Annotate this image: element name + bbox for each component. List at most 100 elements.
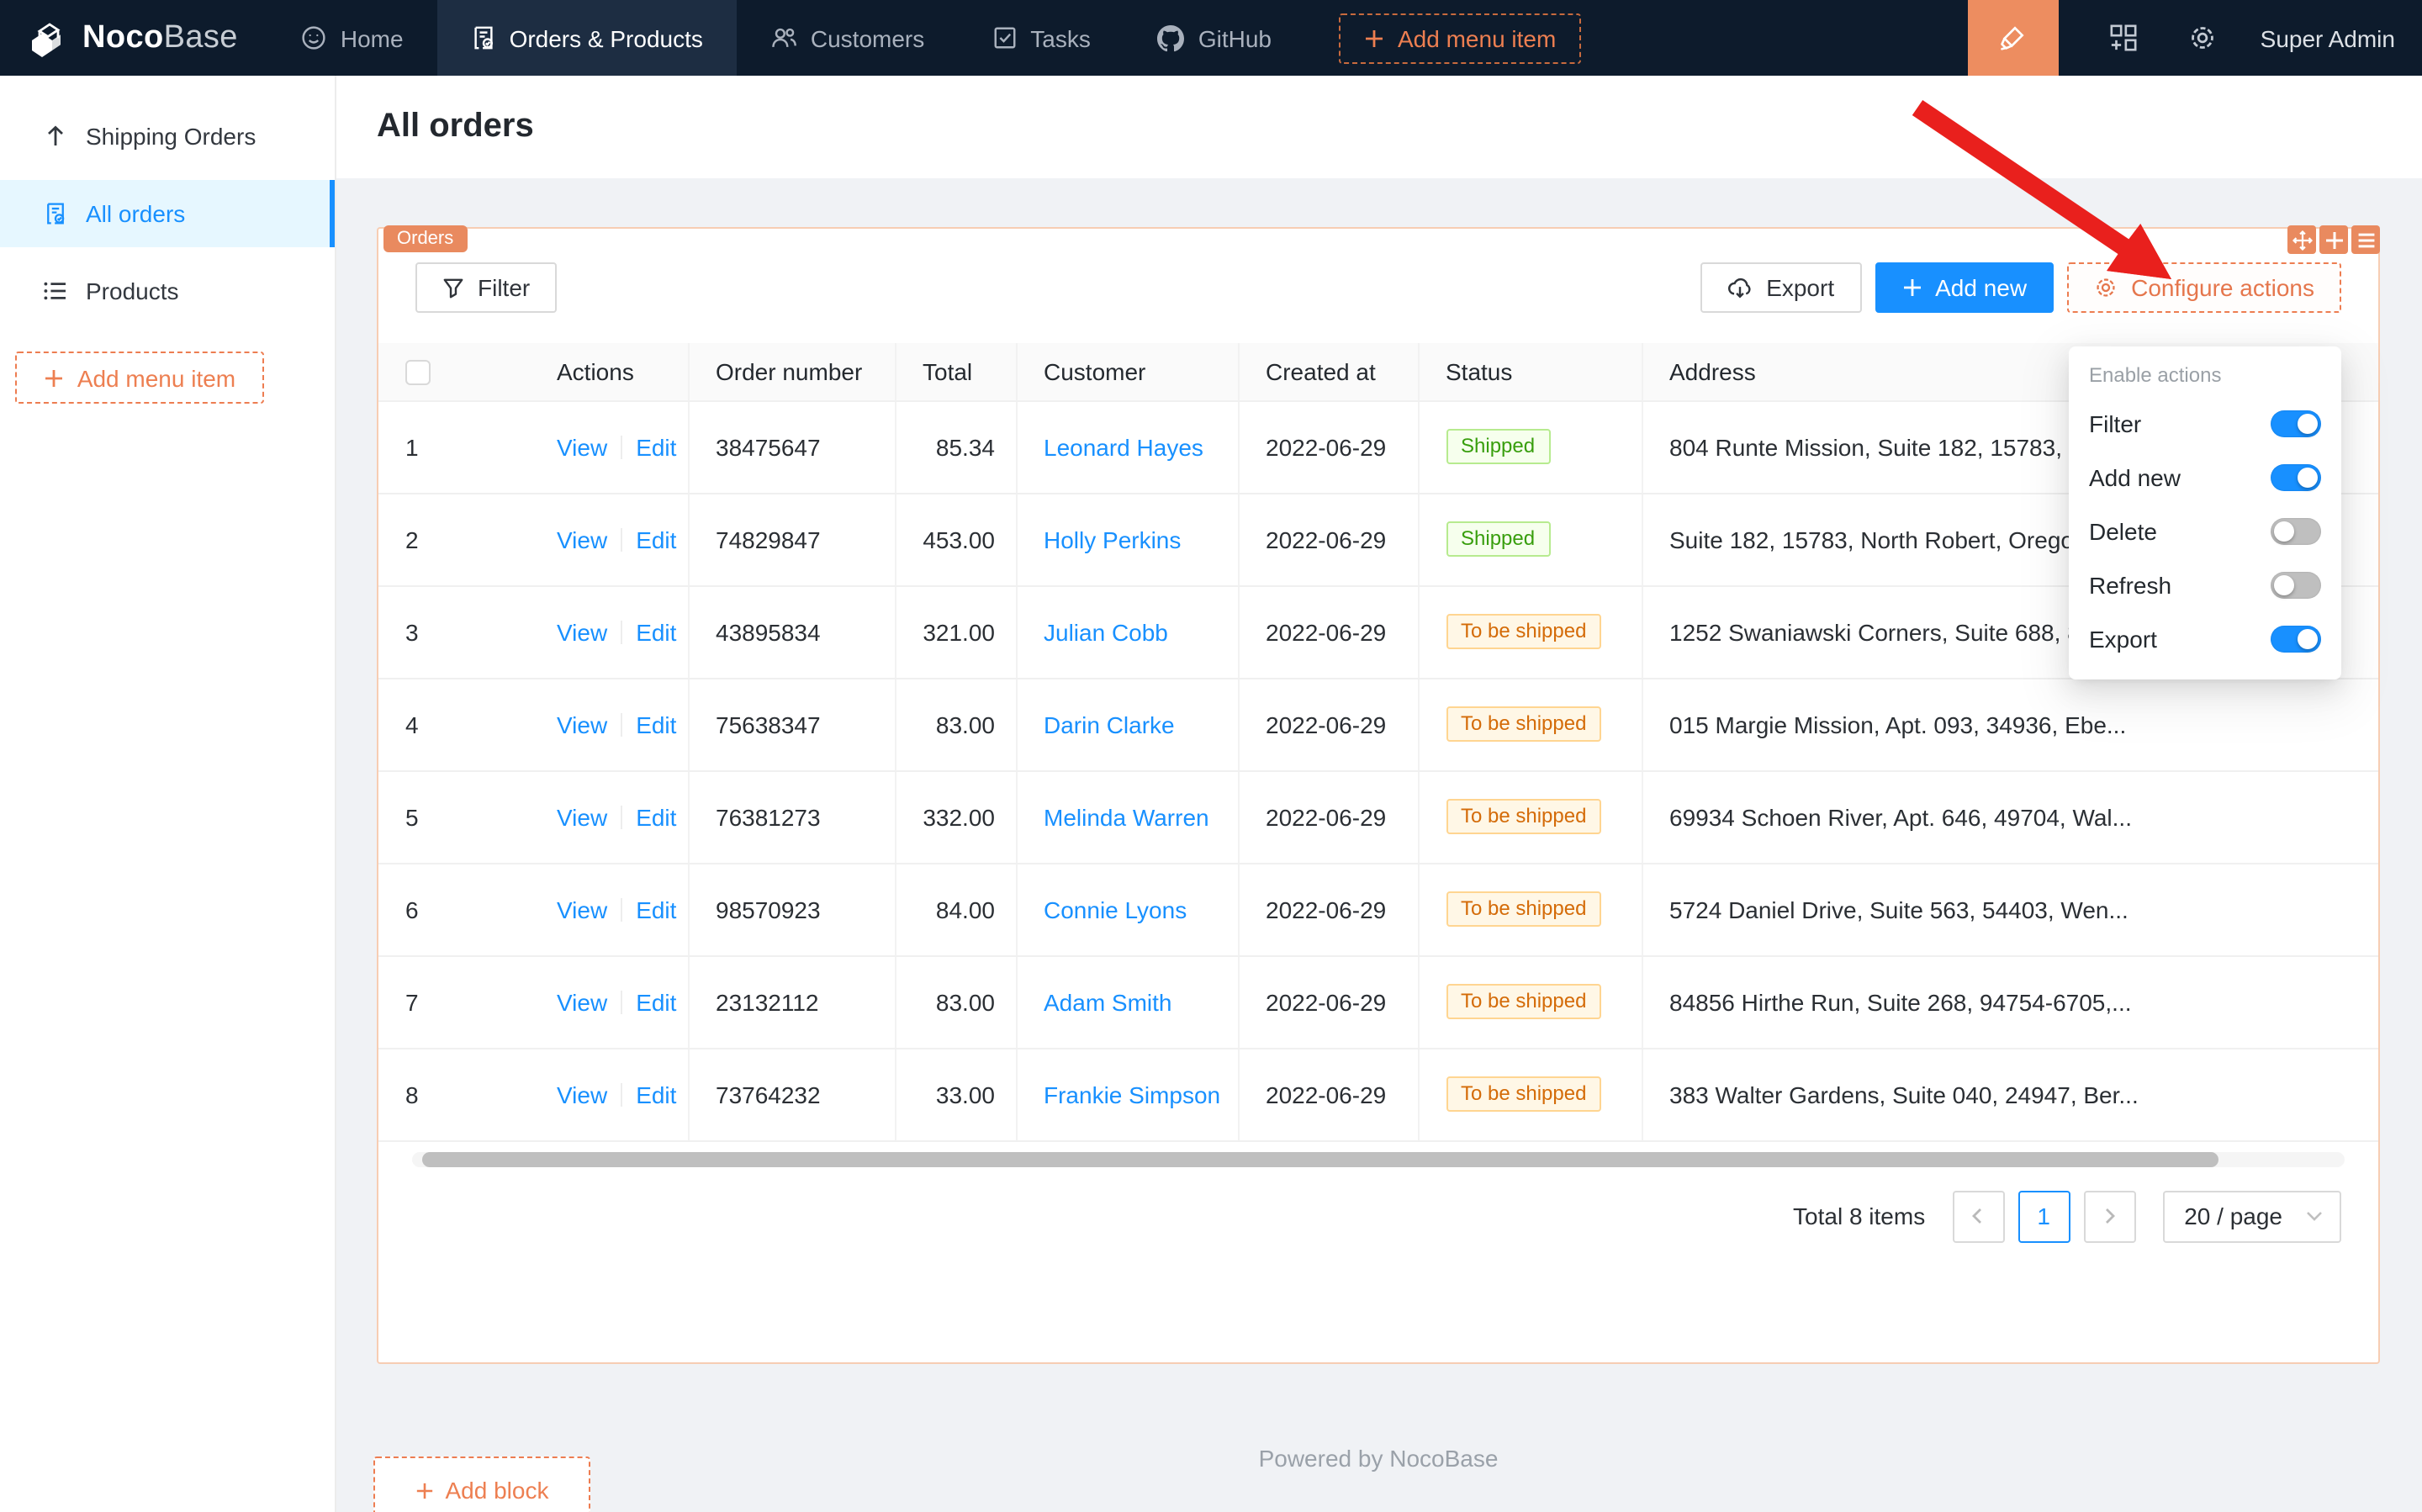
address-cell: 383 Walter Gardens, Suite 040, 24947, Be…	[1642, 1048, 2378, 1140]
view-link[interactable]: View	[557, 618, 607, 645]
edit-link[interactable]: Edit	[636, 526, 676, 552]
add-block-inline-button[interactable]	[2319, 225, 2348, 254]
order-number-cell: 38475647	[688, 400, 895, 493]
status-badge: To be shipped	[1446, 614, 1601, 649]
column-header-status[interactable]: Status	[1418, 343, 1642, 400]
customer-link[interactable]: Julian Cobb	[1044, 618, 1168, 645]
row-actions-cell: View Edit	[530, 678, 688, 770]
row-index-cell[interactable]: 8	[378, 1048, 530, 1140]
gear-icon	[2188, 24, 2217, 52]
delete-toggle[interactable]	[2271, 518, 2321, 545]
action-divider	[621, 990, 622, 1013]
dropdown-item-export[interactable]: Export	[2069, 612, 2341, 666]
edit-link[interactable]: Edit	[636, 896, 676, 923]
horizontal-scrollbar-thumb[interactable]	[421, 1151, 2218, 1166]
ui-editor-button[interactable]	[1968, 0, 2059, 76]
column-header-actions[interactable]: Actions	[530, 343, 688, 400]
row-index-cell[interactable]: 3	[378, 585, 530, 678]
export-toggle[interactable]	[2271, 626, 2321, 653]
view-link[interactable]: View	[557, 1081, 607, 1108]
nav-item-tasks[interactable]: Tasks	[958, 0, 1124, 76]
user-menu[interactable]: Super Admin	[2261, 24, 2395, 51]
sidebar-item-products[interactable]: Products	[0, 257, 335, 325]
dropdown-item-filter[interactable]: Filter	[2069, 397, 2341, 451]
order-number-cell: 74829847	[688, 493, 895, 585]
top-navbar: NocoBase Home Orders & Products	[0, 0, 2422, 76]
nav-item-customers[interactable]: Customers	[737, 0, 958, 76]
body-wrap: Shipping Orders All orders	[0, 76, 2422, 1512]
edit-link[interactable]: Edit	[636, 433, 676, 460]
page-size-select[interactable]: 20 / page	[2162, 1190, 2341, 1242]
page-header: All orders	[336, 76, 2422, 178]
prev-page-button[interactable]	[1952, 1190, 2004, 1242]
edit-link[interactable]: Edit	[636, 1081, 676, 1108]
customer-link[interactable]: Melinda Warren	[1044, 803, 1209, 830]
customer-link[interactable]: Darin Clarke	[1044, 711, 1175, 737]
edit-link[interactable]: Edit	[636, 618, 676, 645]
view-link[interactable]: View	[557, 803, 607, 830]
nav-item-home[interactable]: Home	[268, 0, 437, 76]
view-link[interactable]: View	[557, 988, 607, 1015]
settings-button[interactable]	[2188, 24, 2217, 52]
customer-link[interactable]: Connie Lyons	[1044, 896, 1187, 923]
sidebar-add-menu-item-button[interactable]: Add menu item	[15, 352, 264, 404]
nav-add-menu-item-button[interactable]: Add menu item	[1339, 13, 1581, 63]
customer-link[interactable]: Frankie Simpson	[1044, 1081, 1220, 1108]
row-index-cell[interactable]: 7	[378, 955, 530, 1048]
customer-link[interactable]: Adam Smith	[1044, 988, 1172, 1015]
github-icon	[1158, 24, 1185, 51]
nav-item-github[interactable]: GitHub	[1124, 0, 1305, 76]
refresh-toggle[interactable]	[2271, 572, 2321, 599]
column-header-total[interactable]: Total	[895, 343, 1016, 400]
view-link[interactable]: View	[557, 711, 607, 737]
view-link[interactable]: View	[557, 526, 607, 552]
plugin-blocks-button[interactable]	[2109, 24, 2138, 52]
dropdown-item-delete[interactable]: Delete	[2069, 505, 2341, 558]
add-new-toggle[interactable]	[2271, 464, 2321, 491]
column-header-created-at[interactable]: Created at	[1238, 343, 1418, 400]
funnel-icon	[442, 277, 464, 299]
view-link[interactable]: View	[557, 433, 607, 460]
column-header-order-number[interactable]: Order number	[688, 343, 895, 400]
nocobase-logo[interactable]: NocoBase	[0, 0, 268, 76]
row-index-cell[interactable]: 2	[378, 493, 530, 585]
filter-toggle[interactable]	[2271, 410, 2321, 437]
customer-link[interactable]: Holly Perkins	[1044, 526, 1181, 552]
dropdown-item-add-new[interactable]: Add new	[2069, 451, 2341, 505]
dropdown-item-refresh[interactable]: Refresh	[2069, 558, 2341, 612]
sidebar-item-shipping-orders[interactable]: Shipping Orders	[0, 103, 335, 170]
export-button[interactable]: Export	[1700, 262, 1861, 313]
configure-actions-button[interactable]: Configure actions	[2067, 262, 2341, 313]
sidebar: Shipping Orders All orders	[0, 76, 336, 1512]
select-all-checkbox[interactable]	[405, 360, 431, 385]
row-index-cell[interactable]: 4	[378, 678, 530, 770]
nav-item-orders-products[interactable]: Orders & Products	[437, 0, 737, 76]
status-badge: To be shipped	[1446, 799, 1601, 834]
address-cell: 69934 Schoen River, Apt. 646, 49704, Wal…	[1642, 770, 2378, 863]
add-new-button[interactable]: Add new	[1875, 262, 2054, 313]
filter-button[interactable]: Filter	[415, 262, 557, 313]
dropdown-item-label: Add new	[2089, 464, 2181, 491]
sidebar-item-all-orders[interactable]: All orders	[0, 180, 335, 247]
chevron-down-icon	[2306, 1208, 2323, 1224]
column-header-customer[interactable]: Customer	[1016, 343, 1238, 400]
plus-icon	[1364, 28, 1384, 48]
edit-link[interactable]: Edit	[636, 988, 676, 1015]
plus-icon	[1901, 278, 1922, 298]
add-block-button[interactable]: Add block	[373, 1456, 590, 1512]
row-index-cell[interactable]: 1	[378, 400, 530, 493]
customer-link[interactable]: Leonard Hayes	[1044, 433, 1203, 460]
edit-link[interactable]: Edit	[636, 711, 676, 737]
order-number-cell: 23132112	[688, 955, 895, 1048]
page-number-button[interactable]: 1	[2017, 1190, 2070, 1242]
block-menu-button[interactable]	[2351, 225, 2380, 254]
row-index-cell[interactable]: 5	[378, 770, 530, 863]
drag-move-button[interactable]	[2287, 225, 2316, 254]
order-number-cell: 98570923	[688, 863, 895, 955]
view-link[interactable]: View	[557, 896, 607, 923]
row-index-cell[interactable]: 6	[378, 863, 530, 955]
status-cell: To be shipped	[1418, 863, 1642, 955]
next-page-button[interactable]	[2083, 1190, 2135, 1242]
edit-link[interactable]: Edit	[636, 803, 676, 830]
select-all-header-cell	[378, 343, 530, 400]
